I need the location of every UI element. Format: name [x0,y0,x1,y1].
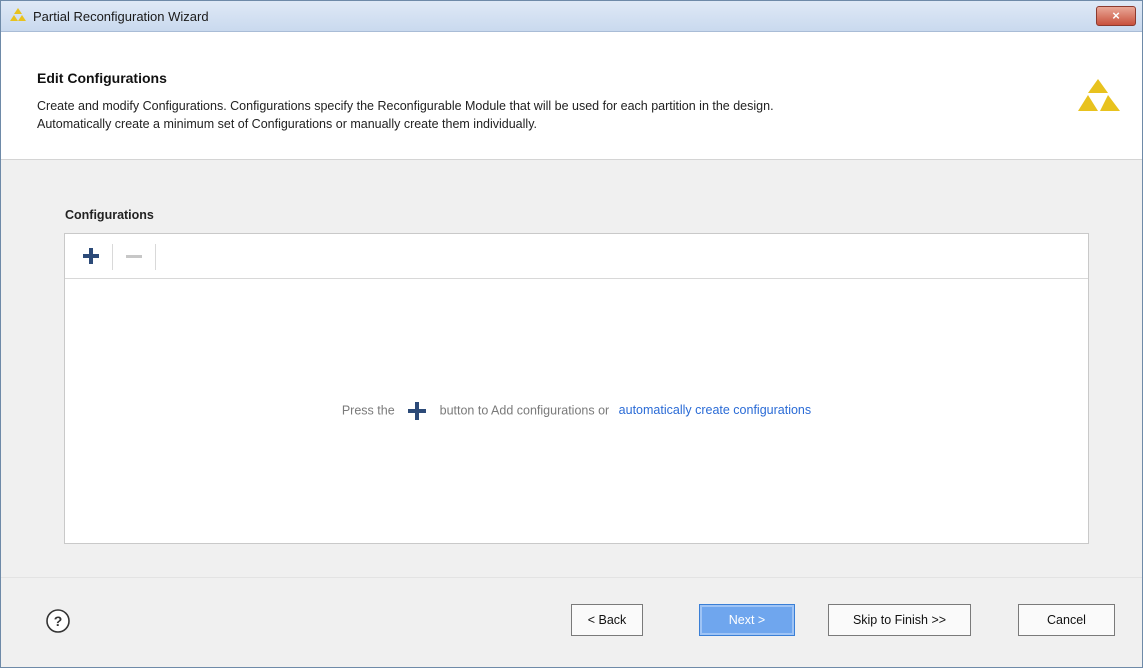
auto-create-configurations-link[interactable]: automatically create configurations [619,403,811,417]
next-button[interactable]: Next > [699,604,795,636]
title-bar: Partial Reconfiguration Wizard × [1,1,1142,32]
toolbar-divider [155,244,156,270]
configurations-label: Configurations [65,208,154,222]
plus-icon[interactable] [77,242,105,270]
description-line: Create and modify Configurations. Config… [37,99,774,113]
empty-message-prefix: Press the [341,403,395,418]
minus-icon[interactable] [120,242,148,270]
brand-logo-icon [1078,79,1120,111]
footer-divider [1,577,1142,578]
page-header: Edit Configurations Create and modify Co… [1,32,1142,160]
back-button[interactable]: < Back [571,604,643,636]
empty-state-message: Press the button to Add configurations o… [65,402,1088,420]
plus-icon [408,402,427,420]
close-button[interactable]: × [1096,6,1136,26]
toolbar-divider [112,244,113,270]
window-title: Partial Reconfiguration Wizard [33,9,209,24]
help-icon[interactable]: ? [45,608,71,634]
description-line: Automatically create a minimum set of Co… [37,117,537,131]
empty-message-middle: button to Add configurations or [439,403,610,418]
page-title: Edit Configurations [37,70,167,86]
svg-text:?: ? [54,613,63,629]
configurations-panel: Press the button to Add configurations o… [64,233,1089,544]
cancel-button[interactable]: Cancel [1018,604,1115,636]
wizard-window: Partial Reconfiguration Wizard × Edit Co… [0,0,1143,668]
skip-to-finish-button[interactable]: Skip to Finish >> [828,604,971,636]
app-logo-icon [10,8,26,21]
configurations-toolbar [65,234,1088,279]
page-description: Create and modify Configurations. Config… [37,97,1027,133]
